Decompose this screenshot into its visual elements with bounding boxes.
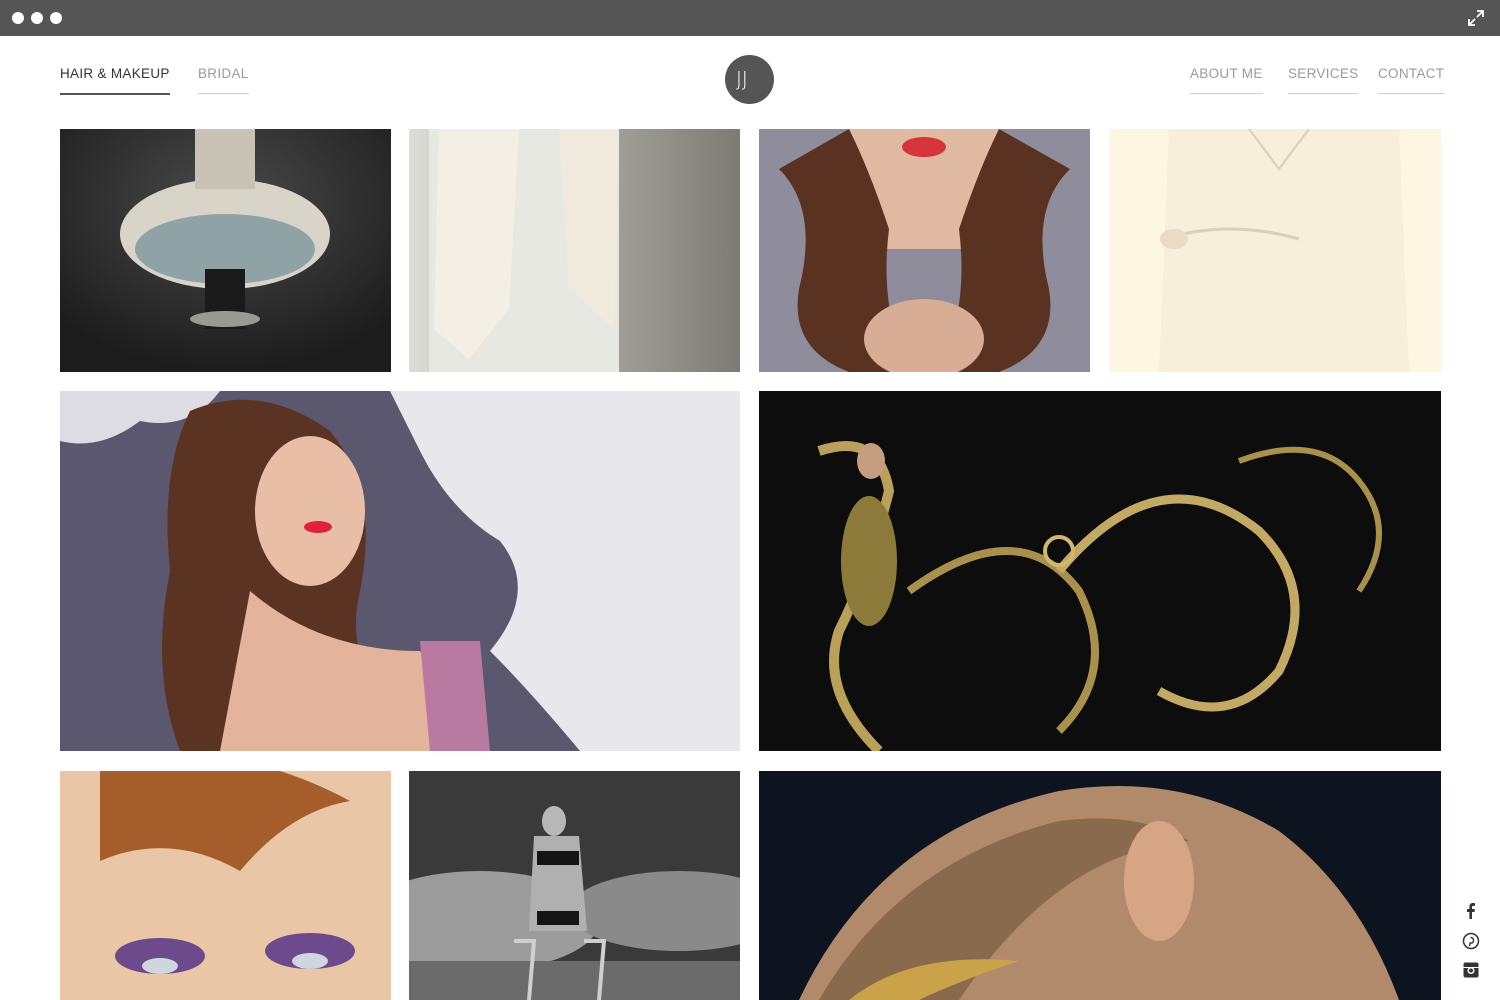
- browser-chrome: [0, 0, 1500, 36]
- photo-red-lips-curls[interactable]: [759, 129, 1090, 372]
- nav-services[interactable]: SERVICES: [1288, 66, 1359, 94]
- window-dot-icon[interactable]: [50, 12, 62, 24]
- nav-contact[interactable]: CONTACT: [1378, 66, 1445, 94]
- photo-graffiti-wall-portrait[interactable]: [60, 391, 740, 751]
- facebook-icon[interactable]: [1462, 902, 1480, 920]
- photo-gold-baroque-swirls[interactable]: [759, 391, 1441, 751]
- logo-text: JJ: [736, 67, 748, 91]
- nav-bridal[interactable]: BRIDAL: [198, 66, 249, 94]
- nav-about-me[interactable]: ABOUT ME: [1190, 66, 1263, 94]
- photo-tutu-dress[interactable]: [60, 129, 391, 372]
- site-nav: HAIR & MAKEUP BRIDAL JJ ABOUT ME SERVICE…: [0, 36, 1500, 128]
- instagram-icon[interactable]: [1462, 961, 1480, 979]
- photo-fur-stole[interactable]: [409, 129, 740, 372]
- photo-purple-eyeshadow[interactable]: [60, 771, 391, 1000]
- window-dot-icon[interactable]: [31, 12, 43, 24]
- expand-icon[interactable]: [1468, 10, 1484, 26]
- site-logo[interactable]: JJ: [725, 55, 774, 104]
- nav-hair-makeup[interactable]: HAIR & MAKEUP: [60, 66, 170, 95]
- photo-bw-swimsuit[interactable]: [409, 771, 740, 1000]
- window-dot-icon[interactable]: [12, 12, 24, 24]
- photo-gold-eye-closeup[interactable]: [759, 771, 1441, 1000]
- pinterest-icon[interactable]: [1462, 932, 1480, 950]
- photo-cream-dress[interactable]: [1109, 129, 1441, 372]
